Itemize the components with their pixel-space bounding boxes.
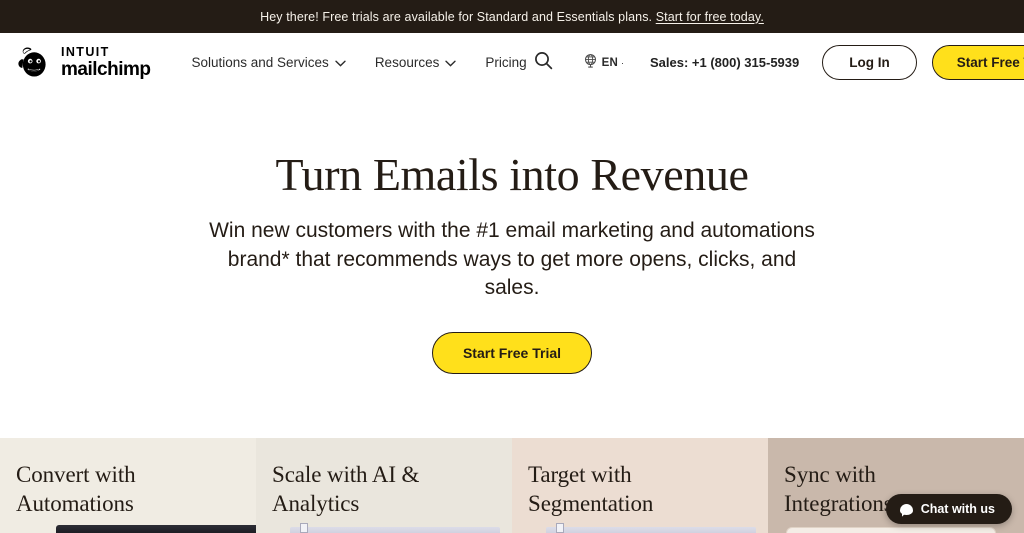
- primary-navigation: Solutions and Services Resources Pricing: [191, 55, 526, 70]
- hero-section: Turn Emails into Revenue Win new custome…: [0, 92, 1024, 438]
- logo[interactable]: INTUIT mailchimp: [16, 44, 151, 81]
- log-in-button[interactable]: Log In: [822, 45, 917, 80]
- page: Hey there! Free trials are available for…: [0, 0, 1024, 533]
- card-art-segmentation-image: [546, 523, 756, 533]
- search-button[interactable]: [527, 46, 561, 80]
- feature-card-automations[interactable]: Convert with Automations: [0, 438, 256, 533]
- feature-card-segmentation[interactable]: Target with Segmentation: [512, 438, 768, 533]
- banner-link[interactable]: Start for free today.: [656, 10, 764, 24]
- feature-card-title-segmentation: Target with Segmentation: [528, 460, 768, 519]
- card-art-laptop-image: [56, 525, 256, 533]
- card-title-line2: Automations: [16, 491, 134, 517]
- banner-message-text: Hey there! Free trials are available for…: [260, 9, 653, 24]
- sales-phone-link[interactable]: Sales: +1 (800) 315-5939: [650, 55, 799, 70]
- nav-item-solutions-and-services[interactable]: Solutions and Services: [191, 55, 346, 70]
- feature-card-ai-analytics[interactable]: Scale with AI & Analytics: [256, 438, 512, 533]
- card-title-line1: Scale with AI &: [272, 462, 420, 487]
- language-code: EN: [601, 56, 618, 69]
- chevron-down-icon: [335, 55, 346, 70]
- chat-bubble-icon: [899, 503, 913, 515]
- card-art-integrations-image: [786, 527, 996, 533]
- logo-wordmark: INTUIT mailchimp: [61, 44, 151, 81]
- card-title-line1: Convert with: [16, 462, 136, 487]
- logo-mailchimp-text: mailchimp: [61, 59, 151, 81]
- globe-icon: [583, 53, 598, 73]
- header-right-cluster: EN · Sales: +1 (800) 315-5939 Log In Sta…: [527, 45, 1024, 80]
- chat-widget-label: Chat with us: [920, 502, 995, 516]
- nav-item-pricing[interactable]: Pricing: [485, 55, 526, 70]
- card-title-line2: Analytics: [272, 491, 360, 517]
- card-title-line2: Integrations: [784, 491, 893, 517]
- start-free-trial-button-header[interactable]: Start Free Trial: [931, 45, 1024, 80]
- hero-subheadline: Win new customers with the #1 email mark…: [209, 219, 815, 300]
- announcement-banner: Hey there! Free trials are available for…: [0, 0, 1024, 33]
- search-icon: [534, 51, 553, 75]
- language-selector[interactable]: EN ·: [583, 53, 624, 73]
- card-title-line2: Segmentation: [528, 491, 654, 517]
- logo-intuit-text: INTUIT: [61, 44, 110, 59]
- chevron-down-icon: ·: [621, 57, 624, 68]
- banner-message: Hey there! Free trials are available for…: [260, 10, 764, 24]
- start-free-trial-button-hero[interactable]: Start Free Trial: [431, 331, 593, 374]
- nav-label-solutions-and-services: Solutions and Services: [191, 55, 329, 70]
- feature-card-title-ai-analytics: Scale with AI & Analytics: [272, 460, 512, 519]
- card-art-dashboard-image: [290, 523, 500, 533]
- nav-label-resources: Resources: [374, 55, 440, 70]
- site-header: INTUIT mailchimp Solutions and Services …: [0, 33, 1024, 92]
- card-title-line1: Sync with: [784, 462, 876, 487]
- nav-label-pricing: Pricing: [485, 55, 527, 70]
- mailchimp-freddie-icon: [16, 46, 52, 80]
- feature-cards: Convert with Automations Scale with AI &…: [0, 438, 1024, 533]
- chevron-down-icon: [445, 55, 457, 70]
- feature-card-title-automations: Convert with Automations: [16, 460, 256, 519]
- card-title-line1: Target with: [528, 462, 632, 487]
- nav-item-resources[interactable]: Resources: [375, 55, 457, 70]
- page-title: Turn Emails into Revenue: [275, 149, 749, 200]
- chat-with-us-button[interactable]: Chat with us: [885, 494, 1012, 524]
